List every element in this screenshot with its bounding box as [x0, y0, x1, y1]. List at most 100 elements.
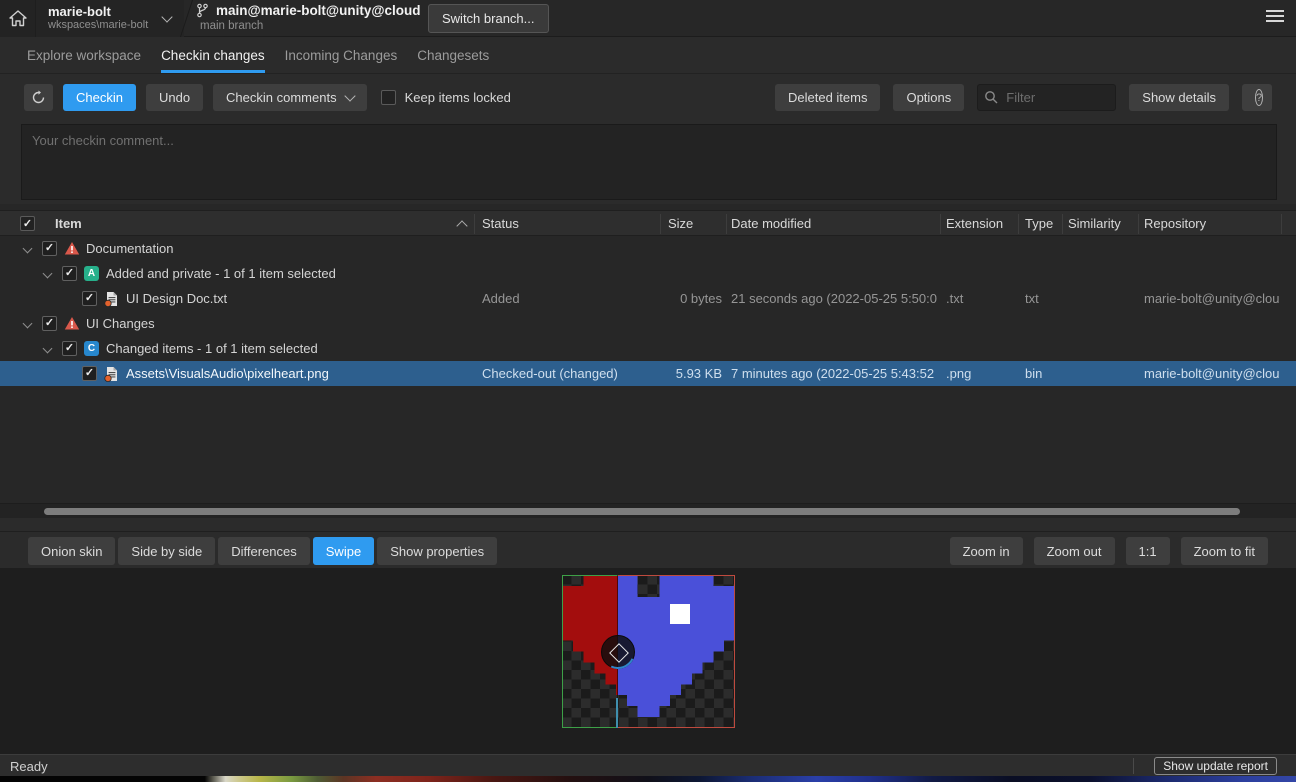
show-properties-button[interactable]: Show properties: [377, 537, 497, 565]
file-icon: [104, 366, 120, 382]
help-icon: ?: [1255, 89, 1263, 106]
home-icon: [8, 9, 28, 28]
pending-changes-table: ✓ Item Status Size Date modified Extensi…: [0, 204, 1296, 518]
size-cell: 0 bytes: [660, 291, 722, 306]
column-header-size[interactable]: Size: [668, 216, 693, 231]
row-checkbox[interactable]: ✓: [62, 341, 77, 356]
menu-icon[interactable]: [1266, 10, 1284, 25]
row-checkbox[interactable]: ✓: [82, 366, 97, 381]
item-label: Documentation: [86, 241, 173, 256]
checkin-comments-dropdown[interactable]: Checkin comments: [213, 84, 367, 111]
tab-incoming-changes[interactable]: Incoming Changes: [285, 38, 398, 73]
date-modified-cell: 21 seconds ago (2022-05-25 5:50:0: [731, 291, 937, 306]
differences-button[interactable]: Differences: [218, 537, 310, 565]
status-divider: [1133, 758, 1134, 774]
type-cell: bin: [1025, 366, 1042, 381]
checkin-comment-input[interactable]: [22, 125, 1276, 199]
column-header-item[interactable]: Item: [55, 216, 82, 231]
row-checkbox[interactable]: ✓: [82, 291, 97, 306]
column-header-repository[interactable]: Repository: [1144, 216, 1206, 231]
expander-chevron-icon[interactable]: [43, 344, 53, 354]
extension-cell: .png: [946, 366, 971, 381]
warning-icon: [64, 241, 80, 257]
sort-ascending-icon: [456, 220, 467, 231]
column-header-similarity[interactable]: Similarity: [1068, 216, 1121, 231]
row-checkbox[interactable]: ✓: [42, 316, 57, 331]
desktop-background-strip: [0, 776, 1296, 782]
item-label: Assets\VisualsAudio\pixelheart.png: [126, 366, 329, 381]
swipe-button[interactable]: Swipe: [313, 537, 374, 565]
tab-bar: Explore workspace Checkin changes Incomi…: [0, 38, 1296, 74]
tab-checkin-changes[interactable]: Checkin changes: [161, 38, 265, 73]
switch-branch-button[interactable]: Switch branch...: [428, 4, 549, 33]
branch-icon: [196, 3, 209, 18]
comment-zone: [0, 122, 1296, 204]
scrollbar-thumb[interactable]: [44, 508, 1240, 515]
table-row[interactable]: ✓ A Added and private - 1 of 1 item select…: [0, 261, 1296, 286]
table-row[interactable]: ✓ UI Design Doc.txt Added 0 bytes 21 second…: [0, 286, 1296, 311]
keep-items-locked-label: Keep items locked: [405, 90, 511, 105]
type-cell: txt: [1025, 291, 1039, 306]
expander-chevron-icon[interactable]: [23, 319, 33, 329]
checkin-button[interactable]: Checkin: [63, 84, 136, 111]
table-row[interactable]: ✓ Documentation: [0, 236, 1296, 261]
column-header-status[interactable]: Status: [482, 216, 519, 231]
workspace-selector[interactable]: marie-bolt wkspaces\marie-bolt: [36, 0, 184, 37]
horizontal-scrollbar[interactable]: [0, 503, 1296, 518]
zoom-to-fit-button[interactable]: Zoom to fit: [1181, 537, 1268, 565]
workspace-path: wkspaces\marie-bolt: [48, 19, 184, 32]
expander-chevron-icon[interactable]: [23, 244, 33, 254]
swipe-handle[interactable]: [601, 635, 635, 669]
added-category-badge: A: [84, 266, 99, 281]
date-modified-cell: 7 minutes ago (2022-05-25 5:43:52: [731, 366, 934, 381]
table-row[interactable]: ✓ Assets\VisualsAudio\pixelheart.png Chec…: [0, 361, 1296, 386]
row-checkbox[interactable]: ✓: [62, 266, 77, 281]
help-button[interactable]: ?: [1242, 84, 1272, 111]
column-header-extension[interactable]: Extension: [946, 216, 1003, 231]
table-row[interactable]: ✓ UI Changes: [0, 311, 1296, 336]
one-to-one-button[interactable]: 1:1: [1126, 537, 1170, 565]
onion-skin-button[interactable]: Onion skin: [28, 537, 115, 565]
column-header-type[interactable]: Type: [1025, 216, 1053, 231]
keep-items-locked-checkbox[interactable]: [381, 90, 396, 105]
branch-name: main@marie-bolt@unity@cloud: [216, 3, 421, 18]
item-label: UI Changes: [86, 316, 155, 331]
side-by-side-button[interactable]: Side by side: [118, 537, 215, 565]
file-icon: [104, 291, 120, 307]
column-header-date-modified[interactable]: Date modified: [731, 216, 811, 231]
item-label: Changed items - 1 of 1 item selected: [106, 341, 318, 356]
refresh-button[interactable]: [24, 84, 53, 111]
undo-button[interactable]: Undo: [146, 84, 203, 111]
tab-changesets[interactable]: Changesets: [417, 38, 489, 73]
item-label: UI Design Doc.txt: [126, 291, 227, 306]
show-details-button[interactable]: Show details: [1129, 84, 1229, 111]
top-bar: marie-bolt wkspaces\marie-bolt main@mari…: [0, 0, 1296, 37]
zoom-out-button[interactable]: Zoom out: [1034, 537, 1115, 565]
status-cell: Checked-out (changed): [482, 366, 618, 381]
zoom-in-button[interactable]: Zoom in: [950, 537, 1023, 565]
search-icon: [984, 90, 999, 105]
chevron-down-icon: [344, 90, 355, 101]
table-header: ✓ Item Status Size Date modified Extensi…: [0, 210, 1296, 236]
branch-info: main@marie-bolt@unity@cloud main branch: [196, 3, 421, 32]
expander-chevron-icon[interactable]: [43, 269, 53, 279]
refresh-icon: [31, 90, 46, 105]
checkin-toolbar: Checkin Undo Checkin comments Keep items…: [0, 75, 1296, 122]
status-text: Ready: [10, 759, 48, 774]
tab-explore-workspace[interactable]: Explore workspace: [27, 38, 141, 73]
filter-box: [977, 84, 1116, 111]
home-button[interactable]: [0, 0, 36, 37]
table-row[interactable]: ✓CChanged items - 1 of 1 item selected: [0, 336, 1296, 361]
diff-toolbar: Onion skin Side by side Differences Swip…: [0, 531, 1296, 568]
row-checkbox[interactable]: ✓: [42, 241, 57, 256]
keep-items-locked-toggle[interactable]: Keep items locked: [381, 90, 511, 105]
options-button[interactable]: Options: [893, 84, 964, 111]
swipe-divider-highlight: [616, 698, 618, 728]
item-label: Added and private - 1 of 1 item selected: [106, 266, 336, 281]
select-all-checkbox[interactable]: ✓: [20, 216, 35, 231]
deleted-items-button[interactable]: Deleted items: [775, 84, 880, 111]
extension-cell: .txt: [946, 291, 963, 306]
status-cell: Added: [482, 291, 520, 306]
show-update-report-button[interactable]: Show update report: [1154, 757, 1277, 775]
warning-icon: [64, 316, 80, 332]
